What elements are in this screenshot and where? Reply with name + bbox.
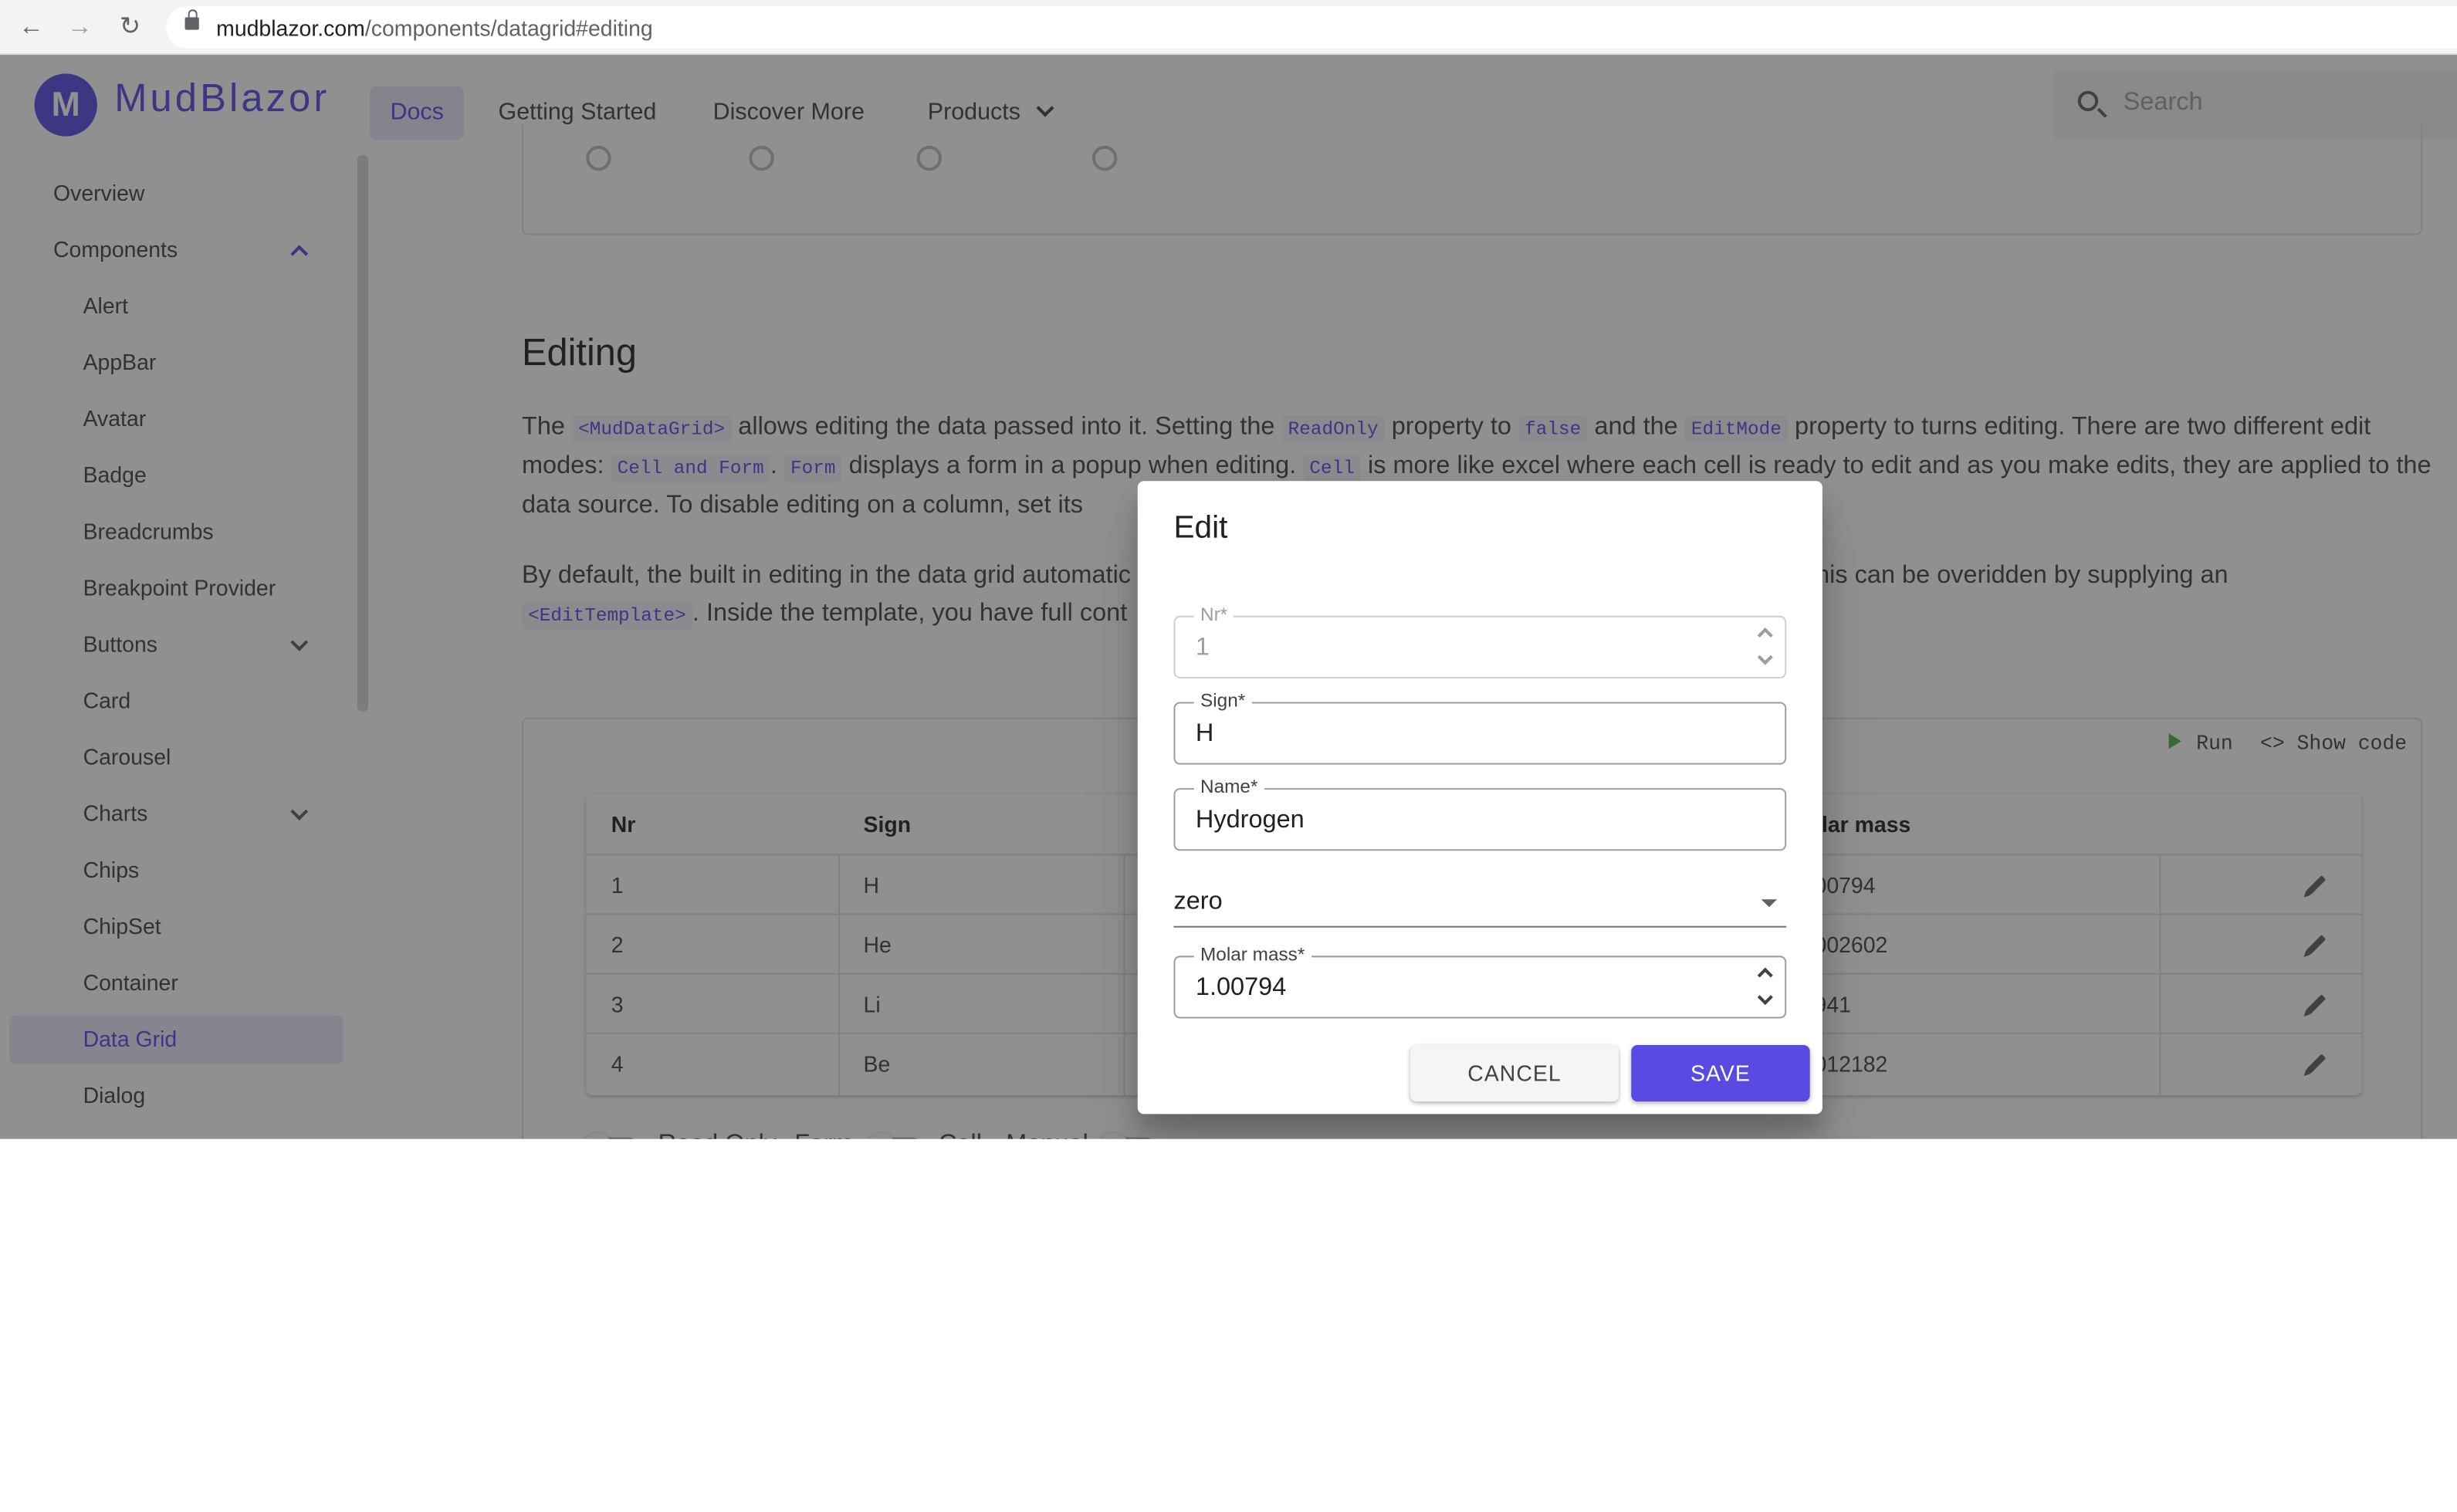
chevron-down-icon [1757, 649, 1773, 665]
app-page: MudBlazor Docs Getting Started Discover … [0, 55, 2457, 1139]
molar-mass-field-value[interactable]: 1.00794 [1196, 975, 1286, 1003]
name-field-value[interactable]: Hydrogen [1196, 807, 1305, 835]
increment-icon[interactable] [1757, 967, 1773, 983]
dropdown-arrow-icon[interactable] [1761, 899, 1778, 908]
nr-field-label: Nr* [1193, 603, 1234, 625]
cancel-button[interactable]: CANCEL [1410, 1045, 1619, 1102]
decrement-icon[interactable] [1757, 989, 1773, 1006]
sign-field-label: Sign* [1193, 689, 1252, 712]
browser-toolbar: ← → ↻ mudblazor.com/components/datagrid#… [0, 0, 2457, 56]
screen: ← → ↻ mudblazor.com/components/datagrid#… [0, 0, 2457, 1512]
forward-arrow-icon[interactable]: → [64, 12, 96, 44]
nr-field: Nr* 1 [1173, 603, 1787, 678]
edit-dialog: Edit Nr* 1 Sign* H Name* Hydrogen zero M… [1137, 481, 1822, 1115]
dialog-title: Edit [1173, 510, 1228, 546]
save-button[interactable]: SAVE [1631, 1045, 1810, 1102]
chevron-up-icon [1757, 627, 1773, 644]
back-arrow-icon[interactable]: ← [15, 12, 47, 44]
sign-field[interactable]: Sign* H [1173, 689, 1787, 765]
lock-icon [184, 9, 199, 30]
molar-mass-field-label: Molar mass* [1193, 943, 1311, 966]
name-field[interactable]: Name* Hydrogen [1173, 775, 1787, 851]
reload-icon[interactable]: ↻ [114, 12, 146, 44]
address-bar[interactable]: mudblazor.com/components/datagrid#editin… [166, 6, 2457, 49]
category-select-value: zero [1173, 888, 1223, 915]
sign-field-value[interactable]: H [1196, 721, 1213, 749]
url-text: mudblazor.com/components/datagrid#editin… [216, 15, 653, 41]
category-select[interactable]: zero [1173, 878, 1787, 928]
molar-mass-field[interactable]: Molar mass* 1.00794 [1173, 943, 1787, 1019]
name-field-label: Name* [1193, 775, 1264, 798]
nr-field-value: 1 [1195, 634, 1210, 661]
